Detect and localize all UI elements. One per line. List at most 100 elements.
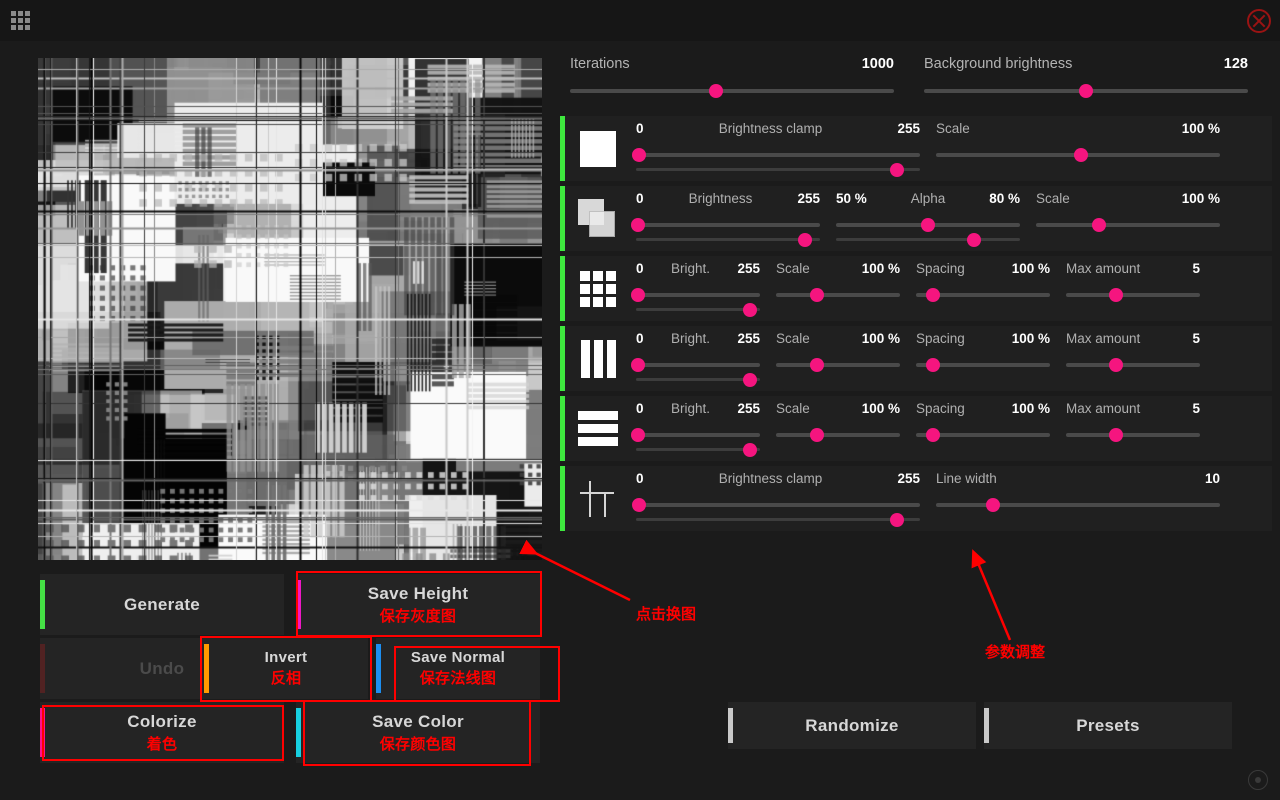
param-field[interactable]: Line width10 [928,466,1228,527]
param-track[interactable] [916,428,1050,442]
param-field[interactable]: 50 %Alpha80 % [828,186,1028,247]
resize-handle-icon[interactable] [1248,770,1268,790]
param-knob[interactable] [810,358,824,372]
param-max-knob[interactable] [743,443,757,457]
param-min-knob[interactable] [631,218,645,232]
grid-menu-icon[interactable] [11,11,31,31]
param-field[interactable]: Max amount5 [1058,256,1208,317]
param-min-track[interactable] [836,218,1020,232]
param-field[interactable]: 0Brightness clamp255 [628,116,928,177]
param-field[interactable]: Spacing100 % [908,256,1058,317]
invert-button[interactable]: Invert 反相 [204,638,368,699]
param-min-knob[interactable] [631,358,645,372]
randomize-button[interactable]: Randomize [728,702,976,749]
param-field[interactable]: Spacing100 % [908,326,1058,387]
param-min-knob[interactable] [632,498,646,512]
layer-icon[interactable] [568,116,628,181]
param-field[interactable]: Scale100 % [768,326,908,387]
param-min-knob[interactable] [921,218,935,232]
param-knob[interactable] [1109,428,1123,442]
param-field[interactable]: Max amount5 [1058,396,1208,457]
param-max-knob[interactable] [890,513,904,527]
param-min-knob[interactable] [631,428,645,442]
param-max-track[interactable] [636,303,760,317]
slider-track[interactable] [924,84,1248,98]
param-track[interactable] [916,288,1050,302]
layer-icon[interactable] [568,326,628,391]
param-knob[interactable] [926,288,940,302]
param-min-knob[interactable] [632,148,646,162]
param-knob[interactable] [810,288,824,302]
param-knob[interactable] [1092,218,1106,232]
texture-preview[interactable] [38,58,542,560]
param-field[interactable]: 0Brightness clamp255 [628,466,928,527]
param-knob[interactable] [810,428,824,442]
param-field[interactable]: Scale100 % [928,116,1228,177]
param-track[interactable] [776,288,900,302]
param-knob[interactable] [926,358,940,372]
param-min-track[interactable] [636,288,760,302]
param-knob[interactable] [1074,148,1088,162]
param-track[interactable] [776,358,900,372]
param-track[interactable] [1066,428,1200,442]
layer-accent-bar[interactable] [560,396,565,461]
colorize-button[interactable]: Colorize 着色 [40,702,284,763]
presets-button[interactable]: Presets [984,702,1232,749]
global-slider-iterations[interactable]: Iterations1000 [560,48,904,108]
param-knob[interactable] [926,428,940,442]
layer-icon[interactable] [568,256,628,321]
param-max-track[interactable] [636,443,760,457]
slider-track[interactable] [570,84,894,98]
global-slider-background-brightness[interactable]: Background brightness128 [914,48,1258,108]
param-knob[interactable] [986,498,1000,512]
param-field[interactable]: Spacing100 % [908,396,1058,457]
layer-icon[interactable] [568,466,628,531]
layer-accent-bar[interactable] [560,186,565,251]
layer-accent-bar[interactable] [560,466,565,531]
layer-accent-bar[interactable] [560,326,565,391]
param-field[interactable]: 0Brightness255 [628,186,828,247]
save-height-button[interactable]: Save Height 保存灰度图 [296,574,540,635]
param-track[interactable] [1036,218,1220,232]
generate-button[interactable]: Generate [40,574,284,635]
param-track[interactable] [936,148,1220,162]
param-track[interactable] [1066,288,1200,302]
layer-icon[interactable] [568,396,628,461]
param-max-track[interactable] [636,163,920,177]
param-max-knob[interactable] [967,233,981,247]
param-field[interactable]: 0Bright.255 [628,256,768,317]
layer-accent-bar[interactable] [560,256,565,321]
slider-knob[interactable] [1079,84,1093,98]
param-field[interactable]: Scale100 % [768,256,908,317]
param-field[interactable]: Scale100 % [1028,186,1228,247]
param-track[interactable] [936,498,1220,512]
param-max-knob[interactable] [743,373,757,387]
texture-preview-canvas[interactable] [38,58,542,560]
param-min-track[interactable] [636,498,920,512]
save-color-button[interactable]: Save Color 保存颜色图 [296,702,540,763]
param-field[interactable]: 0Bright.255 [628,326,768,387]
param-min-track[interactable] [636,428,760,442]
param-max-knob[interactable] [798,233,812,247]
param-field[interactable]: Max amount5 [1058,326,1208,387]
param-field[interactable]: Scale100 % [768,396,908,457]
param-min-track[interactable] [636,218,820,232]
slider-knob[interactable] [709,84,723,98]
layer-icon[interactable] [568,186,628,251]
param-knob[interactable] [1109,288,1123,302]
param-max-track[interactable] [636,373,760,387]
save-normal-button[interactable]: Save Normal 保存法线图 [376,638,540,699]
param-track[interactable] [916,358,1050,372]
param-track[interactable] [776,428,900,442]
param-max-track[interactable] [836,233,1020,247]
param-min-track[interactable] [636,148,920,162]
param-knob[interactable] [1109,358,1123,372]
param-max-knob[interactable] [890,163,904,177]
layer-accent-bar[interactable] [560,116,565,181]
param-track[interactable] [1066,358,1200,372]
param-max-track[interactable] [636,233,820,247]
param-max-track[interactable] [636,513,920,527]
param-min-knob[interactable] [631,288,645,302]
param-field[interactable]: 0Bright.255 [628,396,768,457]
close-icon[interactable] [1247,9,1271,33]
